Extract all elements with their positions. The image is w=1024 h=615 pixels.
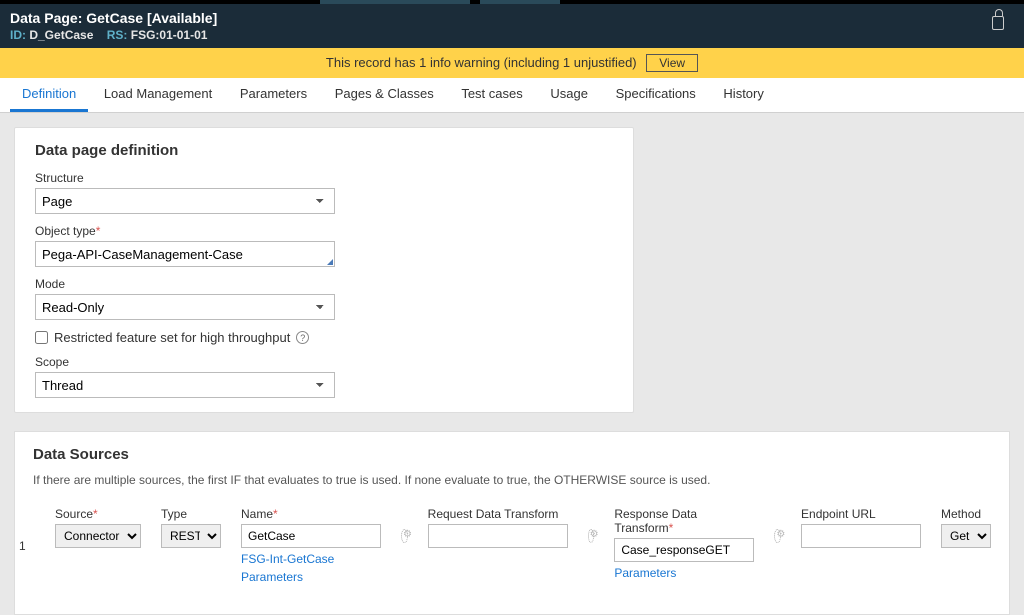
record-status: [Available] xyxy=(147,10,217,26)
tab-specifications[interactable]: Specifications xyxy=(604,78,708,109)
tab-pages-classes[interactable]: Pages & Classes xyxy=(323,78,446,109)
structure-select[interactable]: Page xyxy=(35,188,335,214)
tab-history[interactable]: History xyxy=(711,78,775,109)
rs-label: RS: xyxy=(107,28,128,42)
source-label: Source xyxy=(55,507,141,521)
source-select[interactable]: Connector xyxy=(55,524,141,548)
tab-bar: Definition Load Management Parameters Pa… xyxy=(0,78,1024,113)
mode-label: Mode xyxy=(35,277,613,291)
endpoint-url-input[interactable] xyxy=(801,524,921,548)
method-select[interactable]: Get xyxy=(941,524,991,548)
record-header: Data Page: GetCase [Available] ID: D_Get… xyxy=(0,4,1024,48)
scope-label: Scope xyxy=(35,355,613,369)
type-select[interactable]: REST xyxy=(161,524,221,548)
definition-title: Data page definition xyxy=(35,142,613,159)
scope-select[interactable]: Thread xyxy=(35,372,335,398)
row-number: 1 xyxy=(19,539,26,553)
tab-load-management[interactable]: Load Management xyxy=(92,78,224,109)
data-sources-hint: If there are multiple sources, the first… xyxy=(33,473,991,487)
endpoint-url-label: Endpoint URL xyxy=(801,507,921,521)
response-parameters-link[interactable]: Parameters xyxy=(614,566,754,580)
record-name: GetCase xyxy=(86,10,143,26)
response-dt-label: Response Data Transform xyxy=(614,507,754,535)
data-sources-title: Data Sources xyxy=(33,446,991,463)
id-label: ID: xyxy=(10,28,26,42)
name-input[interactable] xyxy=(241,524,381,548)
record-type-label: Data Page: xyxy=(10,10,82,26)
source-row: 1 Source Connector Type REST Name FSG-In… xyxy=(33,507,991,584)
warning-text: This record has 1 info warning (includin… xyxy=(326,55,637,70)
lock-icon[interactable] xyxy=(992,16,1004,30)
name-label: Name xyxy=(241,507,381,521)
type-label: Type xyxy=(161,507,221,521)
name-class-link[interactable]: FSG-Int-GetCase xyxy=(241,552,381,566)
request-dt-label: Request Data Transform xyxy=(428,507,568,521)
request-dt-input[interactable] xyxy=(428,524,568,548)
gear-icon[interactable] xyxy=(588,529,595,543)
rs-value: FSG:01-01-01 xyxy=(131,28,208,42)
name-parameters-link[interactable]: Parameters xyxy=(241,570,381,584)
method-label: Method xyxy=(941,507,991,521)
gear-icon[interactable] xyxy=(774,529,781,543)
help-icon[interactable]: ? xyxy=(296,331,309,344)
view-warnings-button[interactable]: View xyxy=(646,54,698,72)
data-page-definition-panel: Data page definition Structure Page Obje… xyxy=(14,127,634,413)
id-value: D_GetCase xyxy=(29,28,93,42)
object-type-input[interactable] xyxy=(35,241,335,267)
restricted-checkbox[interactable] xyxy=(35,331,48,344)
tab-definition[interactable]: Definition xyxy=(10,78,88,112)
response-dt-input[interactable] xyxy=(614,538,754,562)
tab-parameters[interactable]: Parameters xyxy=(228,78,319,109)
object-type-label: Object type xyxy=(35,224,613,238)
mode-select[interactable]: Read-Only xyxy=(35,294,335,320)
tab-test-cases[interactable]: Test cases xyxy=(449,78,534,109)
structure-label: Structure xyxy=(35,171,613,185)
gear-icon[interactable] xyxy=(401,529,408,543)
warning-bar: This record has 1 info warning (includin… xyxy=(0,48,1024,78)
restricted-label: Restricted feature set for high throughp… xyxy=(54,330,290,345)
tab-usage[interactable]: Usage xyxy=(538,78,600,109)
data-sources-panel: Data Sources If there are multiple sourc… xyxy=(14,431,1010,615)
